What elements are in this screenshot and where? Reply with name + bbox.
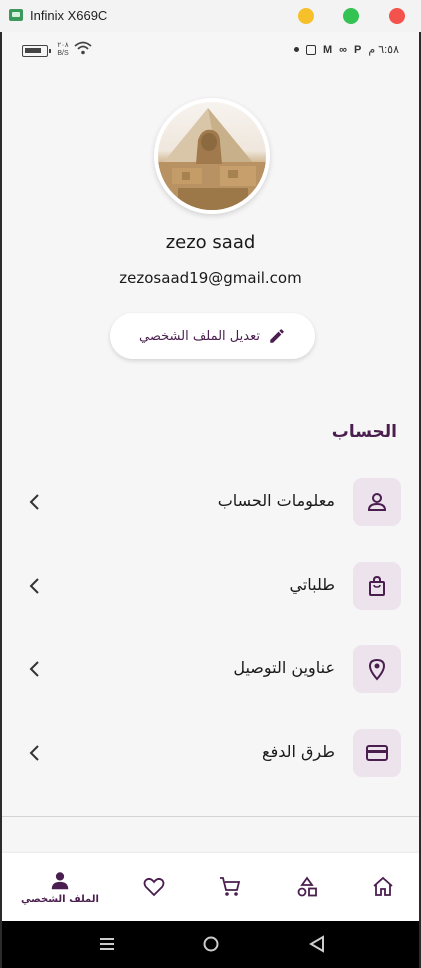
network-speed-unit: B/S (57, 50, 69, 57)
calendar-icon (305, 44, 316, 55)
chevron-left-icon (29, 661, 39, 677)
credit-card-icon (366, 745, 388, 761)
shopping-bag-icon (369, 575, 385, 596)
chevron-left-icon (29, 494, 39, 510)
menu-item-icon-tile (353, 645, 401, 693)
maximize-button[interactable] (343, 8, 359, 24)
battery-icon (22, 45, 51, 57)
menu-item-orders[interactable]: طلباتي (22, 562, 401, 610)
notification-dot-icon (293, 47, 299, 52)
minimize-button[interactable] (298, 8, 314, 24)
menu-item-label: معلومات الحساب (217, 491, 335, 510)
divider (2, 816, 419, 817)
chevron-left-icon (29, 578, 39, 594)
nav-item-label: الملف الشخصي (21, 893, 99, 905)
user-name: zezo saad (165, 232, 256, 253)
section-title-account: الحساب (331, 422, 397, 442)
app-icon (9, 9, 23, 21)
wifi-icon (74, 41, 92, 55)
paypal-icon: P (354, 43, 362, 56)
menu-item-label: طرق الدفع (262, 742, 335, 761)
status-icons: M ∞ P ٦:٥٨ م (293, 43, 399, 56)
cart-icon (220, 877, 241, 896)
home-icon (373, 876, 393, 896)
network-speed-value: ٢٠٨ (57, 42, 69, 49)
window-titlebar: Infinix X669C (0, 0, 421, 32)
chevron-left-icon (29, 745, 39, 761)
menu-item-icon-tile (353, 478, 401, 526)
system-navigation-bar (2, 921, 419, 968)
person-icon (367, 493, 387, 511)
game-icon: ∞ (339, 43, 347, 56)
heart-icon (143, 877, 165, 897)
menu-item-delivery-addresses[interactable]: عناوين التوصيل (22, 645, 401, 693)
network-speed: ٢٠٨ B/S (55, 42, 71, 58)
nav-item-categories[interactable] (267, 853, 347, 921)
person-icon (51, 871, 69, 889)
menu-item-label: عناوين التوصيل (233, 658, 335, 677)
menu-item-label: طلباتي (289, 575, 335, 594)
menu-item-account-info[interactable]: معلومات الحساب (22, 478, 401, 526)
nav-item-favorites[interactable] (114, 853, 194, 921)
back-icon[interactable] (308, 935, 326, 953)
avatar-image (158, 102, 266, 210)
close-button[interactable] (389, 8, 405, 24)
clock: ٦:٥٨ م (368, 44, 399, 56)
menu-item-icon-tile (353, 729, 401, 777)
bottom-navigation: الملف الشخصي (2, 853, 419, 921)
nav-item-home[interactable] (343, 853, 419, 921)
nav-item-cart[interactable] (190, 853, 270, 921)
home-button-icon[interactable] (202, 935, 220, 953)
menu-item-icon-tile (353, 562, 401, 610)
nav-item-profile[interactable]: الملف الشخصي (20, 853, 100, 921)
categories-icon (297, 876, 317, 897)
mail-icon: M (322, 43, 333, 56)
edit-profile-button[interactable]: تعديل الملف الشخصي (110, 313, 315, 359)
avatar[interactable] (154, 98, 270, 214)
recent-apps-icon[interactable] (98, 935, 116, 953)
user-email: zezosaad19@gmail.com (119, 269, 302, 287)
menu-item-payment-methods[interactable]: طرق الدفع (22, 729, 401, 777)
pencil-icon (270, 329, 284, 343)
edit-profile-label: تعديل الملف الشخصي (139, 328, 260, 344)
location-pin-icon (368, 658, 386, 681)
status-bar: ٢٠٨ B/S M ∞ P ٦:٥٨ م (2, 32, 419, 72)
phone-screen: ٢٠٨ B/S M ∞ P ٦:٥٨ م zezo saad zezosaad1… (0, 32, 421, 968)
window-title: Infinix X669C (30, 8, 108, 23)
